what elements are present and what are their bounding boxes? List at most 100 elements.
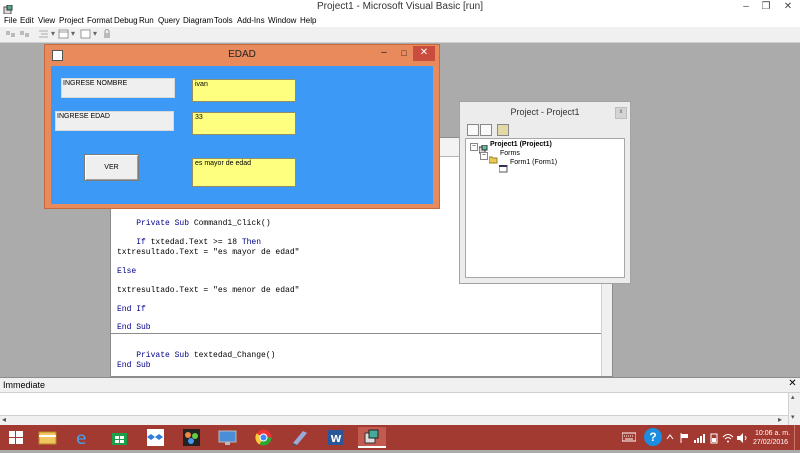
- label-nombre: INGRESE NOMBRE: [61, 78, 175, 98]
- close-icon[interactable]: x: [615, 107, 627, 119]
- toggle-folders-icon[interactable]: [497, 124, 509, 136]
- battery-icon[interactable]: [710, 433, 718, 446]
- code-keyword: Private Sub: [136, 219, 194, 228]
- code-keyword: Then: [241, 238, 262, 247]
- flag-icon[interactable]: [680, 433, 690, 445]
- view-object-icon[interactable]: [480, 124, 492, 136]
- close-icon[interactable]: ✕: [787, 379, 798, 390]
- indent-icon[interactable]: [38, 29, 50, 39]
- project-explorer-title: Project - Project1: [510, 107, 580, 117]
- restore-button[interactable]: ❐: [756, 0, 776, 14]
- add-form-icon[interactable]: [58, 29, 70, 39]
- code-line[interactable]: Else: [117, 267, 136, 276]
- chrome-icon[interactable]: [253, 427, 274, 448]
- code-line[interactable]: txtresultado.Text = "es mayor de edad": [117, 248, 299, 257]
- menu-view[interactable]: View: [38, 16, 55, 25]
- windows-start-icon[interactable]: [6, 427, 27, 448]
- menu-debug[interactable]: Debug: [114, 16, 138, 25]
- visual-basic-icon[interactable]: [358, 427, 386, 448]
- remote-desktop-icon[interactable]: [217, 427, 238, 448]
- tree-node-forms[interactable]: Forms: [500, 150, 520, 157]
- volume-icon[interactable]: [737, 433, 749, 445]
- project-toolbar: [465, 124, 625, 136]
- procedure-separator: [111, 333, 612, 334]
- word-icon[interactable]: W: [325, 427, 346, 448]
- resultado-textbox[interactable]: es mayor de edad: [192, 158, 296, 187]
- scroll-right-icon[interactable]: ▸: [778, 415, 782, 424]
- view-code-icon[interactable]: [467, 124, 479, 136]
- collapse-icon[interactable]: –: [480, 152, 488, 160]
- scroll-left-icon[interactable]: ◂: [2, 415, 6, 424]
- code-line[interactable]: txtresultado.Text = "es menor de edad": [117, 286, 299, 295]
- clock-date[interactable]: 27/02/2016: [753, 439, 788, 446]
- code-keyword: Private Sub: [136, 351, 194, 360]
- minimize-button[interactable]: –: [376, 47, 392, 61]
- store-icon[interactable]: [109, 427, 130, 448]
- help-icon[interactable]: ?: [644, 428, 662, 446]
- immediate-window[interactable]: Immediate ✕ ▴ ▾ ◂ ▸: [0, 377, 800, 426]
- svg-text:W: W: [331, 434, 342, 445]
- svg-text:e: e: [76, 429, 86, 448]
- chevron-down-icon[interactable]: ▾: [50, 29, 56, 39]
- minimize-button[interactable]: –: [736, 0, 756, 14]
- dropbox-icon[interactable]: [145, 427, 166, 448]
- label-edad: INGRESE EDAD: [55, 111, 174, 131]
- project-tree[interactable]: – Project1 (Project1) – Forms Form1 (For…: [465, 138, 625, 278]
- nombre-textbox[interactable]: ivan: [192, 79, 296, 102]
- collapse-icon[interactable]: –: [470, 143, 478, 151]
- close-button[interactable]: ✕: [413, 46, 435, 61]
- menu-file[interactable]: File: [4, 16, 17, 25]
- show-desktop-button[interactable]: [794, 425, 800, 450]
- tree-node-form1[interactable]: Form1 (Form1): [510, 159, 557, 166]
- menu-add-ins[interactable]: Add-Ins: [237, 16, 265, 25]
- wifi-icon[interactable]: [722, 433, 734, 445]
- code-line[interactable]: End If: [117, 305, 146, 314]
- edad-textbox[interactable]: 33: [192, 112, 296, 135]
- toolbar: ▾ ▾ ▾: [0, 27, 800, 43]
- menu-window[interactable]: Window: [268, 16, 296, 25]
- menu-query[interactable]: Query: [158, 16, 180, 25]
- network-icon[interactable]: [694, 433, 706, 445]
- form-window: EDAD – □ ✕ INGRESE NOMBRE ivan INGRESE E…: [44, 44, 440, 209]
- menu-tools[interactable]: Tools: [214, 16, 233, 25]
- scroll-up-icon[interactable]: ▴: [791, 393, 795, 401]
- keyboard-icon[interactable]: [621, 432, 637, 444]
- app-title: Project1 - Microsoft Visual Basic [run]: [317, 1, 483, 12]
- scroll-down-icon[interactable]: ▾: [791, 413, 795, 421]
- notepad-icon[interactable]: [289, 427, 310, 448]
- menu-diagram[interactable]: Diagram: [183, 16, 213, 25]
- menu-format[interactable]: Format: [87, 16, 112, 25]
- code-keyword: If: [136, 238, 146, 247]
- code-text: textedad_Change(): [193, 351, 276, 360]
- toggle-folders-icon[interactable]: [5, 29, 17, 39]
- photos-icon[interactable]: [181, 427, 202, 448]
- immediate-vertical-scrollbar[interactable]: ▴ ▾: [788, 393, 800, 425]
- close-button[interactable]: ✕: [778, 0, 798, 14]
- code-line[interactable]: End Sub: [117, 361, 151, 370]
- app-title-bar: Project1 - Microsoft Visual Basic [run] …: [0, 0, 800, 15]
- menu-edit[interactable]: Edit: [20, 16, 34, 25]
- form-icon: [498, 160, 508, 173]
- internet-explorer-icon[interactable]: e: [73, 427, 94, 449]
- code-text: txtedad.Text >= 18: [145, 238, 242, 247]
- maximize-button[interactable]: □: [396, 47, 412, 61]
- ver-button[interactable]: VER: [84, 154, 139, 181]
- folder-icon: [488, 151, 498, 164]
- project-explorer: Project - Project1 x – Project1 (Project…: [459, 101, 631, 284]
- chevron-up-icon[interactable]: [666, 433, 674, 443]
- code-line[interactable]: End Sub: [117, 323, 151, 332]
- clock-time[interactable]: 10:06 a. m.: [755, 430, 790, 437]
- code-text: Command1_Click(): [193, 219, 271, 228]
- menu-help[interactable]: Help: [300, 16, 316, 25]
- immediate-title-bar: Immediate ✕: [0, 378, 800, 393]
- menu-project[interactable]: Project: [59, 16, 84, 25]
- view-object-icon[interactable]: [19, 29, 31, 39]
- chevron-down-icon[interactable]: ▾: [92, 29, 98, 39]
- lock-icon[interactable]: [102, 29, 112, 39]
- menu-run[interactable]: Run: [139, 16, 154, 25]
- file-explorer-icon[interactable]: [37, 427, 58, 448]
- chevron-down-icon[interactable]: ▾: [70, 29, 76, 39]
- add-module-icon[interactable]: [80, 29, 92, 39]
- tree-node-project[interactable]: Project1 (Project1): [490, 141, 552, 148]
- project-icon: [478, 141, 488, 154]
